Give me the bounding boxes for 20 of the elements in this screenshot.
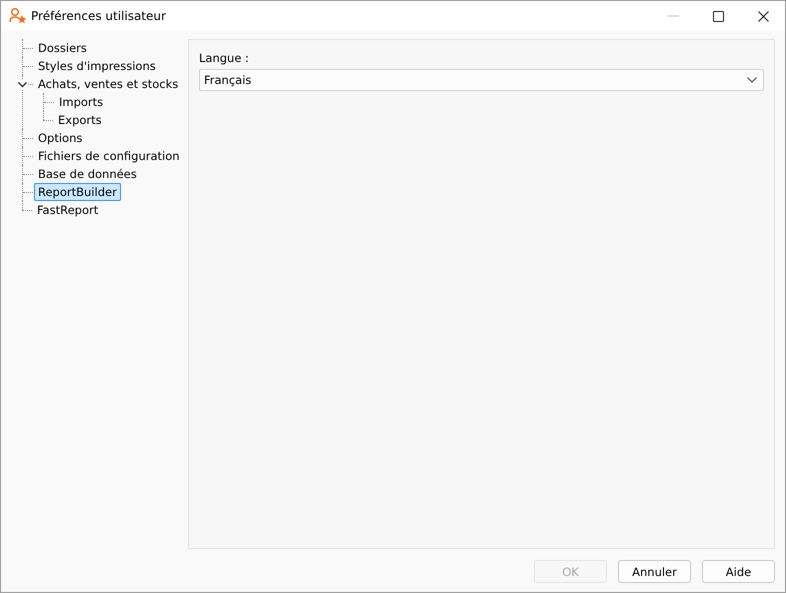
language-dropdown[interactable]: Français: [199, 69, 764, 91]
tree-item[interactable]: Achats, ventes et stocks: [34, 75, 182, 93]
tree-item[interactable]: ReportBuilder: [34, 183, 121, 201]
tree-item[interactable]: Base de données: [34, 165, 141, 183]
person-star-icon: [9, 7, 27, 25]
chevron-down-icon: [747, 77, 757, 83]
close-icon[interactable]: [758, 10, 769, 22]
dialog-button[interactable]: Annuler: [618, 560, 691, 583]
maximize-icon[interactable]: [713, 10, 724, 22]
tree-item[interactable]: Styles d'impressions: [34, 57, 160, 75]
tree-item[interactable]: FastReport: [33, 201, 102, 219]
window-title: Préférences utilisateur: [31, 9, 167, 23]
field-label: Langue :: [199, 51, 250, 65]
tree-item[interactable]: Fichiers de configuration: [34, 147, 184, 165]
dialog-button[interactable]: Aide: [702, 560, 775, 583]
chevron-down-icon[interactable]: [18, 80, 27, 89]
tree-item[interactable]: Options: [34, 129, 86, 147]
tree-item[interactable]: Dossiers: [34, 39, 91, 57]
tree-item[interactable]: Imports: [55, 93, 108, 111]
tree-item[interactable]: Exports: [54, 111, 106, 129]
